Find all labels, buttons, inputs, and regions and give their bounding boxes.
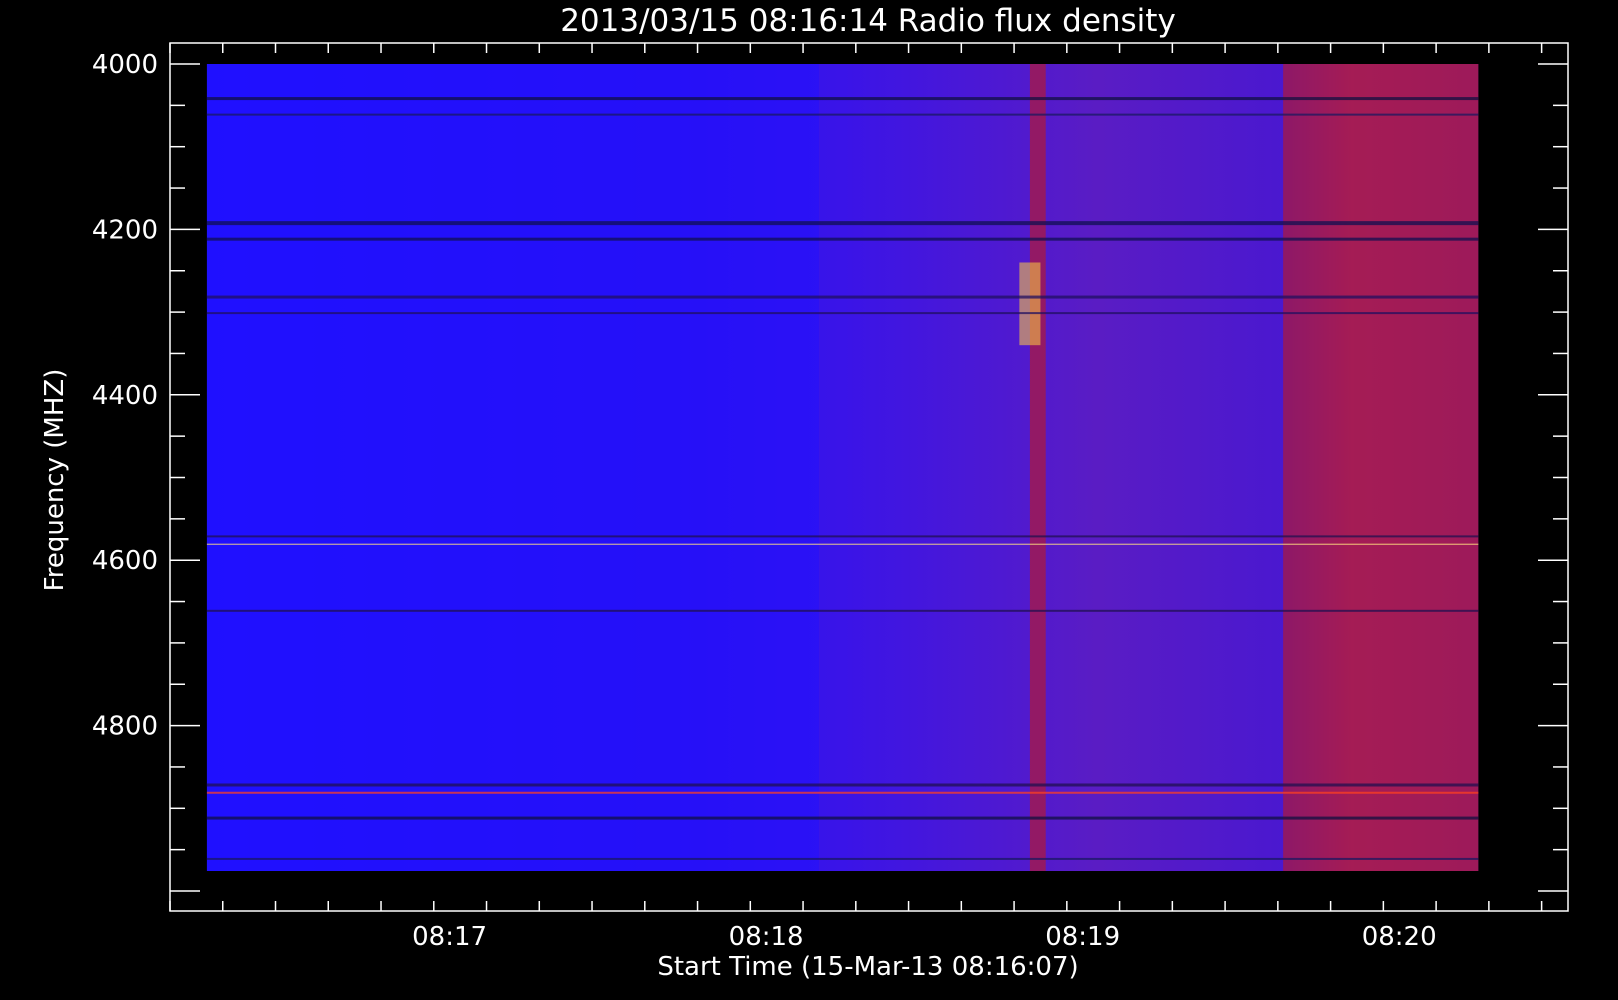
x-tick-label: 08:20 (1362, 922, 1437, 952)
y-tick-label: 4800 (92, 712, 158, 742)
spectrogram-band (206, 535, 1479, 538)
spectrogram-band (206, 816, 1479, 820)
spectrogram-band (206, 857, 1479, 860)
x-tick-label: 08:17 (412, 922, 487, 952)
spectrogram-band (206, 113, 1479, 116)
spectrogram-band (206, 312, 1479, 315)
spectrogram-feature (1029, 64, 1046, 871)
spectrogram-band (206, 543, 1479, 545)
x-axis-title: Start Time (15-Mar-13 08:16:07) (657, 952, 1078, 982)
y-tick-label: 4000 (92, 50, 158, 80)
y-tick-label: 4200 (92, 215, 158, 245)
spectrogram-band (206, 237, 1479, 241)
spectrogram-band (206, 609, 1479, 612)
spectrogram-feature (1019, 262, 1041, 346)
spectrogram-feature (206, 64, 819, 871)
spectrogram-band (206, 791, 1479, 794)
y-axis-title: Frequency (MHZ) (40, 369, 70, 592)
y-tick-label: 4400 (92, 381, 158, 411)
spectrogram-image (206, 64, 1479, 871)
spectrogram-chart: 2013/03/15 08:16:14 Radio flux density S… (40, 3, 1569, 982)
spectrogram-feature (1283, 64, 1479, 871)
chart-title: 2013/03/15 08:16:14 Radio flux density (560, 3, 1176, 39)
x-tick-label: 08:18 (729, 922, 804, 952)
x-tick-labels: 08:17 08:18 08:19 08:20 (412, 922, 1437, 952)
spectrogram-band (206, 295, 1479, 299)
spectrogram-band (206, 97, 1479, 101)
y-tick-label: 4600 (92, 546, 158, 576)
spectrogram-band (206, 221, 1479, 226)
y-tick-labels: 4000 4200 4400 4600 4800 (92, 50, 158, 742)
x-tick-label: 08:19 (1045, 922, 1120, 952)
spectrogram-band (206, 783, 1479, 787)
